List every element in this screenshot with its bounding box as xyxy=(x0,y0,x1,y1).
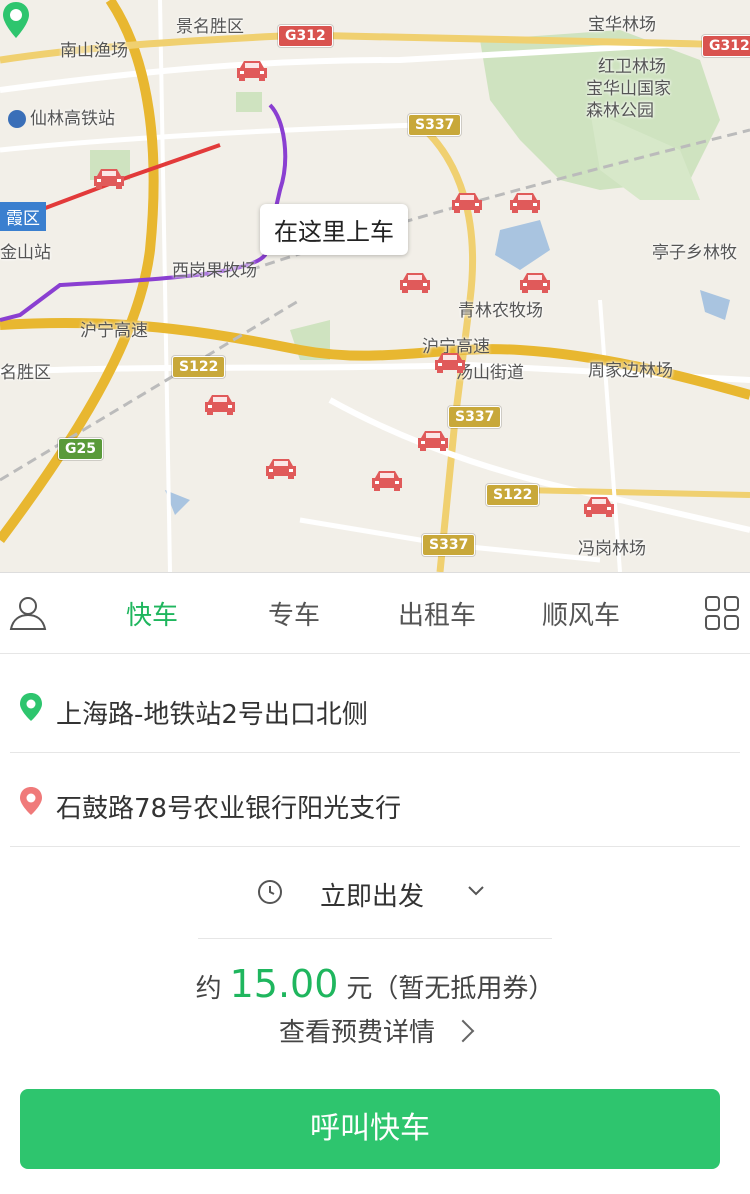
car-icon xyxy=(266,459,296,479)
red-pin-icon xyxy=(20,787,42,815)
fare-detail-link[interactable]: 查看预费详情 xyxy=(0,1012,750,1049)
car-icon xyxy=(418,431,448,451)
map-label: 青林农牧场 xyxy=(458,301,543,321)
departure-time-selector[interactable]: 立即出发 xyxy=(0,860,750,924)
chevron-down-icon xyxy=(468,886,484,896)
map-label: 森林公园 xyxy=(586,101,654,121)
car-icon xyxy=(237,61,267,81)
map-label: 名胜区 xyxy=(0,363,51,383)
user-icon[interactable] xyxy=(8,593,48,633)
map-label: 亭子乡林牧 xyxy=(652,243,737,263)
tab-carpool[interactable]: 顺风车 xyxy=(542,595,620,632)
map-label: 冯岗林场 xyxy=(578,539,646,559)
start-address-row[interactable]: 上海路-地铁站2号出口北侧 xyxy=(10,660,740,753)
fare-estimate: 约 15.00 元（暂无抵用券） xyxy=(0,962,750,1006)
green-pin-icon xyxy=(3,2,29,38)
map-label: 南山渔场 xyxy=(60,41,128,61)
car-icon xyxy=(452,193,482,213)
road-shield: G312 xyxy=(278,25,333,47)
map-label: 周家边林场 xyxy=(588,361,673,381)
car-icon xyxy=(510,193,540,213)
map-view[interactable]: 南山渔场 仙林高铁站 霞区 金山站 西岗果牧场 名胜区 景名胜区 宝华林场 红卫… xyxy=(0,0,750,572)
call-express-button[interactable]: 呼叫快车 xyxy=(20,1089,720,1169)
service-tabs: 快车 专车 出租车 顺风车 xyxy=(0,572,750,654)
fare-detail-text: 查看预费详情 xyxy=(278,1018,435,1048)
tab-premier[interactable]: 专车 xyxy=(268,595,320,632)
end-address: 石鼓路78号农业银行阳光支行 xyxy=(56,794,402,824)
pickup-bubble[interactable]: 在这里上车 xyxy=(260,204,408,255)
map-label-text: 仙林高铁站 xyxy=(30,109,115,129)
road-shield: S337 xyxy=(408,114,462,136)
start-address: 上海路-地铁站2号出口北侧 xyxy=(56,700,368,730)
map-label: 仙林高铁站 xyxy=(8,104,115,129)
car-icon xyxy=(372,471,402,491)
tab-taxi[interactable]: 出租车 xyxy=(398,595,476,632)
map-label: 景名胜区 xyxy=(176,17,244,37)
map-label: 金山站 xyxy=(0,243,51,263)
fare-amount: 15.00 xyxy=(229,962,339,1006)
car-icon xyxy=(94,169,124,189)
road-shield: G25 xyxy=(58,438,103,460)
tab-express[interactable]: 快车 xyxy=(126,595,178,632)
road-shield: S122 xyxy=(486,484,540,506)
car-icon xyxy=(584,497,614,517)
train-station-icon xyxy=(8,110,26,128)
map-label: 沪宁高速 xyxy=(80,321,148,341)
road-shield: S337 xyxy=(448,406,502,428)
map-label: 霞区 xyxy=(0,202,46,231)
clock-icon xyxy=(258,880,282,904)
end-address-row[interactable]: 石鼓路78号农业银行阳光支行 xyxy=(10,754,740,847)
car-icon xyxy=(435,353,465,373)
grid-icon[interactable] xyxy=(704,595,740,631)
fare-suffix: 元（暂无抵用券） xyxy=(346,974,555,1004)
car-icon xyxy=(205,395,235,415)
fare-prefix: 约 xyxy=(195,974,222,1004)
map-label: 宝华林场 xyxy=(588,15,656,35)
chevron-right-icon xyxy=(451,1019,475,1042)
road-shield: G312 xyxy=(702,35,750,57)
car-icon xyxy=(400,273,430,293)
road-shield: S122 xyxy=(172,356,226,378)
departure-time: 立即出发 xyxy=(320,882,425,912)
green-pin-icon xyxy=(20,693,42,721)
map-label: 西岗果牧场 xyxy=(172,261,257,281)
divider xyxy=(198,938,552,939)
road-shield: S337 xyxy=(422,534,476,556)
car-icon xyxy=(520,273,550,293)
